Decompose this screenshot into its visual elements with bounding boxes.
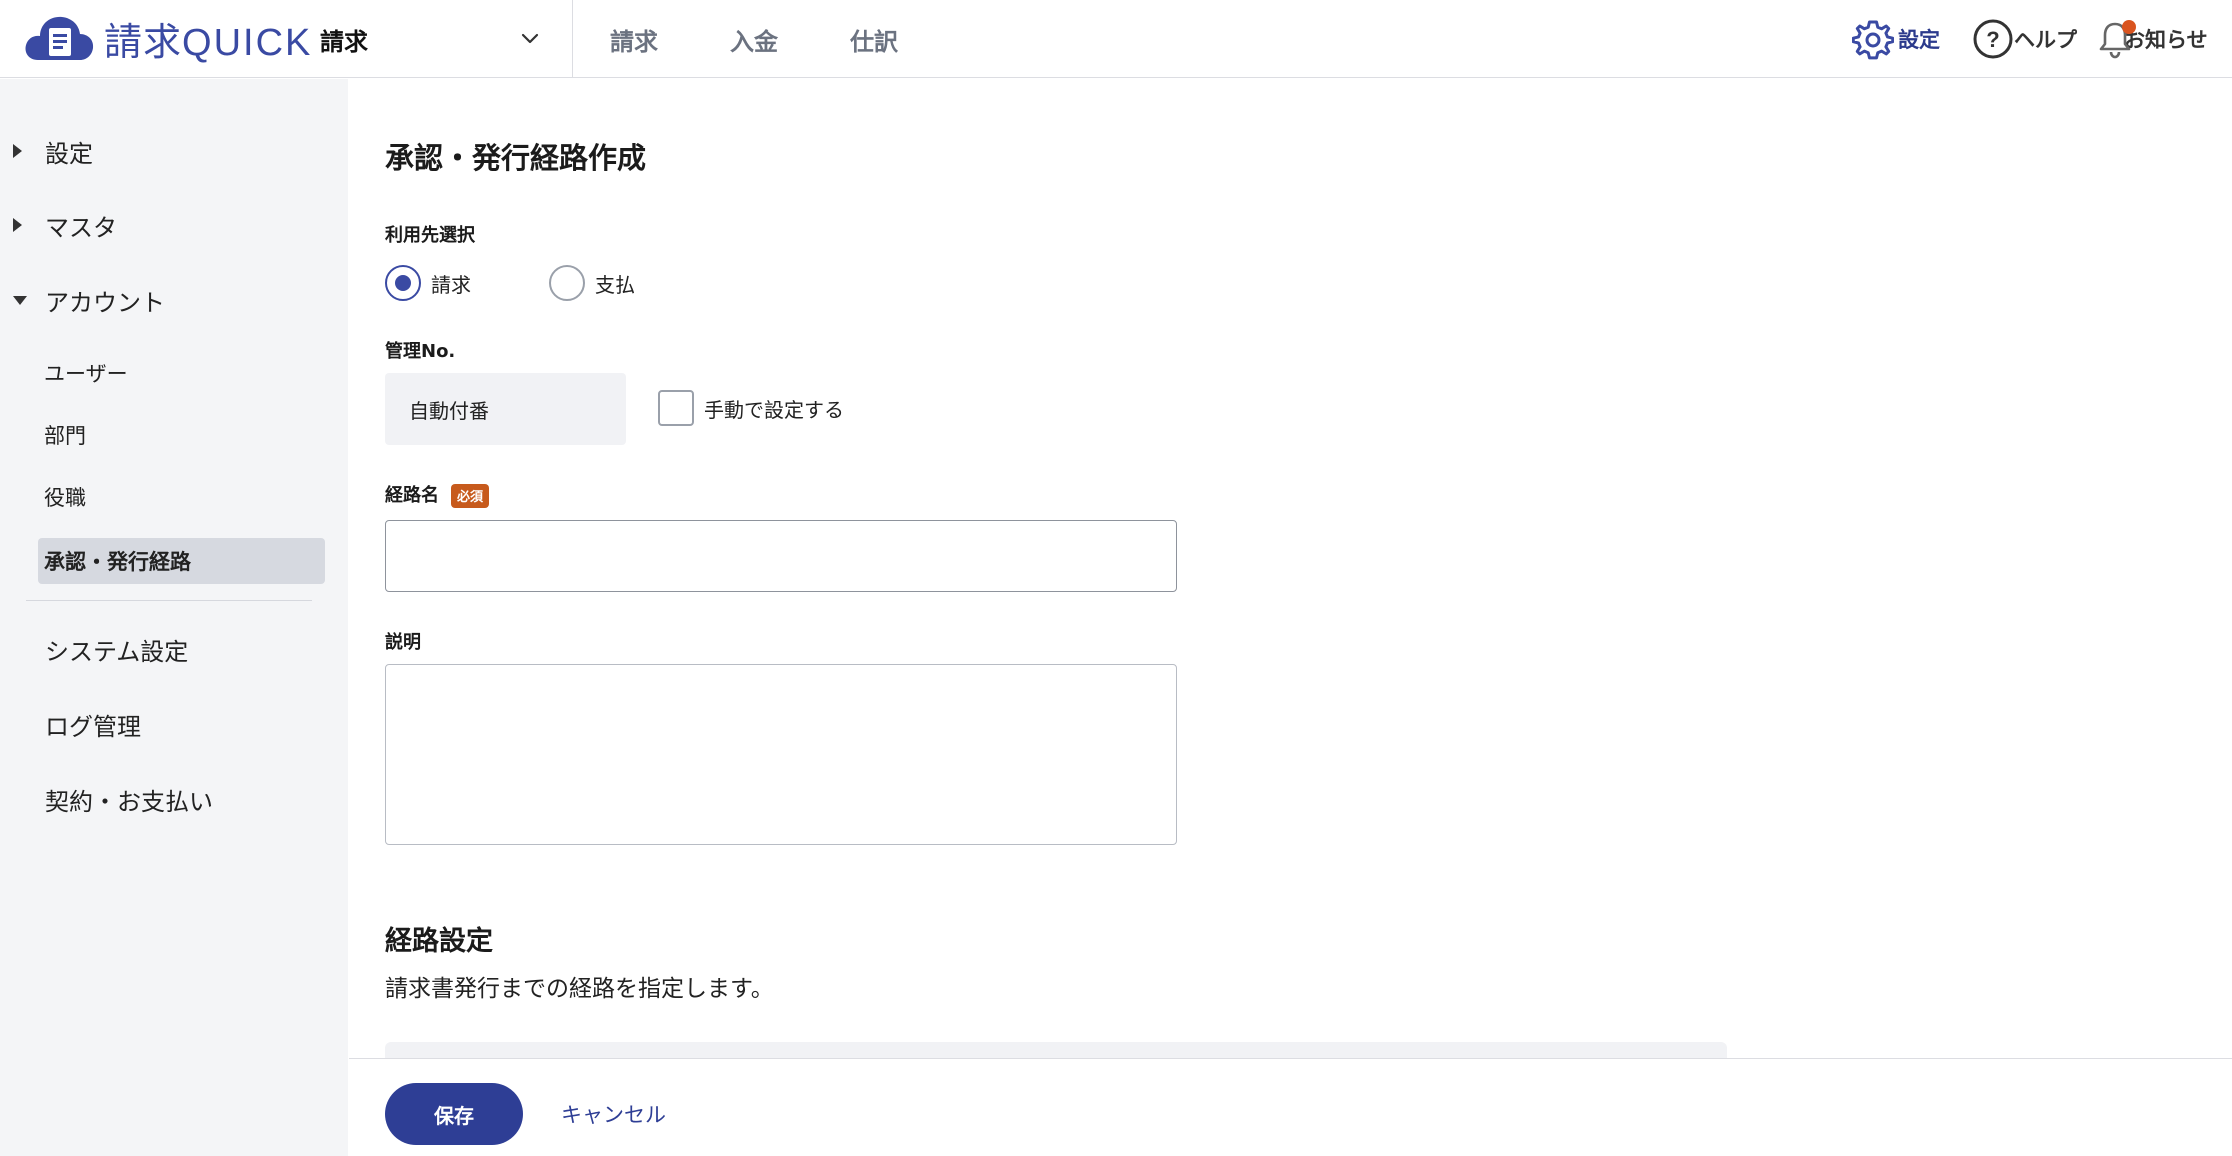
radio-circle: [549, 265, 585, 301]
logo-wordmark: 請求QUICK: [104, 11, 312, 66]
sidebar-item-departments[interactable]: 部門: [38, 412, 325, 458]
route-settings-description: 請求書発行までの経路を指定します。: [385, 976, 774, 1002]
cloud-document-logo-icon: [25, 16, 94, 60]
sidebar-group-settings[interactable]: 設定: [0, 125, 348, 177]
nav-invoice[interactable]: 請求: [610, 22, 658, 57]
radio-label: 支払: [595, 272, 635, 297]
help-link[interactable]: ? ヘルプ: [1972, 14, 2077, 64]
radio-usage-payment[interactable]: 支払: [549, 265, 635, 301]
save-button[interactable]: 保存: [385, 1083, 523, 1145]
caret-right-icon: [13, 218, 22, 232]
sidebar-group-master[interactable]: マスタ: [0, 199, 348, 251]
chevron-down-icon: [521, 33, 539, 44]
header-divider: [572, 0, 573, 78]
page-title: 承認・発行経路作成: [385, 141, 647, 175]
usage-label: 利用先選択: [385, 225, 475, 246]
sidebar-item-system-settings[interactable]: システム設定: [0, 623, 348, 675]
route-settings-title: 経路設定: [385, 926, 493, 957]
top-nav: 請求 入金 仕訳: [610, 0, 970, 78]
question-circle-icon: ?: [1973, 19, 2013, 59]
radio-usage-invoice[interactable]: 請求: [385, 265, 471, 301]
help-label: ヘルプ: [2014, 28, 2077, 52]
sidebar-item-label: ログ管理: [45, 712, 141, 741]
notifications-link[interactable]: お知らせ: [2098, 14, 2208, 64]
checkbox-label: 手動で設定する: [704, 397, 844, 422]
sidebar-item-label: システム設定: [45, 637, 189, 666]
sidebar-item-contract-billing[interactable]: 契約・お支払い: [0, 773, 348, 825]
settings-label: 設定: [1898, 28, 1940, 52]
sidebar-group-label: 設定: [45, 139, 93, 168]
sidebar-group-label: アカウント: [45, 288, 165, 317]
sidebar-divider: [26, 600, 312, 601]
sidebar-item-label: 役職: [44, 486, 86, 510]
sidebar-item-log-management[interactable]: ログ管理: [0, 698, 348, 750]
manual-number-checkbox[interactable]: 手動で設定する: [658, 390, 844, 426]
description-label: 説明: [385, 632, 421, 653]
logo-latin: QUICK: [182, 21, 313, 64]
main-content: 承認・発行経路作成 利用先選択 請求 支払 管理No. 自動付番 手動で設定する…: [349, 79, 2232, 1062]
caret-down-icon: [13, 295, 27, 305]
nav-journal[interactable]: 仕訳: [850, 22, 898, 57]
sidebar-group-account[interactable]: アカウント: [0, 274, 348, 326]
sidebar-item-positions[interactable]: 役職: [38, 474, 325, 520]
route-name-input[interactable]: [385, 520, 1177, 592]
sidebar: 設定 マスタ アカウント ユーザー 部門 役職 承認・発行経路 システム設定 ロ…: [0, 79, 348, 1156]
radio-label: 請求: [431, 272, 471, 297]
sidebar-group-label: マスタ: [45, 213, 117, 242]
action-bar: 保存 キャンセル: [349, 1058, 2232, 1156]
required-badge: 必須: [451, 484, 490, 508]
sidebar-item-label: ユーザー: [44, 362, 128, 386]
gear-icon: [1852, 20, 1894, 60]
settings-link[interactable]: 設定: [1852, 14, 1940, 64]
app-switcher-select[interactable]: 請求: [300, 0, 570, 78]
svg-text:?: ?: [1986, 27, 1999, 52]
management-no-label: 管理No.: [385, 341, 456, 362]
nav-payment-received[interactable]: 入金: [730, 22, 778, 57]
notification-dot: [2122, 20, 2136, 34]
app-logo[interactable]: 請求QUICK: [24, 10, 312, 66]
top-header: 請求QUICK 請求 請求 入金 仕訳 設定 ? ヘルプ お知らせ: [0, 0, 2232, 78]
sidebar-item-label: 承認・発行経路: [44, 550, 191, 574]
caret-right-icon: [13, 144, 22, 158]
sidebar-item-label: 契約・お支払い: [45, 787, 213, 816]
radio-circle: [385, 265, 421, 301]
route-name-label: 経路名: [385, 485, 439, 506]
app-switcher-label: 請求: [320, 27, 368, 56]
notifications-label: お知らせ: [2124, 28, 2208, 52]
sidebar-item-users[interactable]: ユーザー: [38, 350, 325, 396]
sidebar-item-label: 部門: [44, 424, 86, 448]
sidebar-item-approval-routes[interactable]: 承認・発行経路: [38, 538, 325, 584]
description-textarea[interactable]: [385, 664, 1177, 845]
logo-kanji: 請求: [104, 19, 183, 64]
route-name-label-row: 経路名 必須: [385, 481, 490, 508]
cancel-link[interactable]: キャンセル: [561, 1099, 666, 1129]
management-no-value: 自動付番: [385, 373, 626, 445]
checkbox-box: [658, 390, 694, 426]
